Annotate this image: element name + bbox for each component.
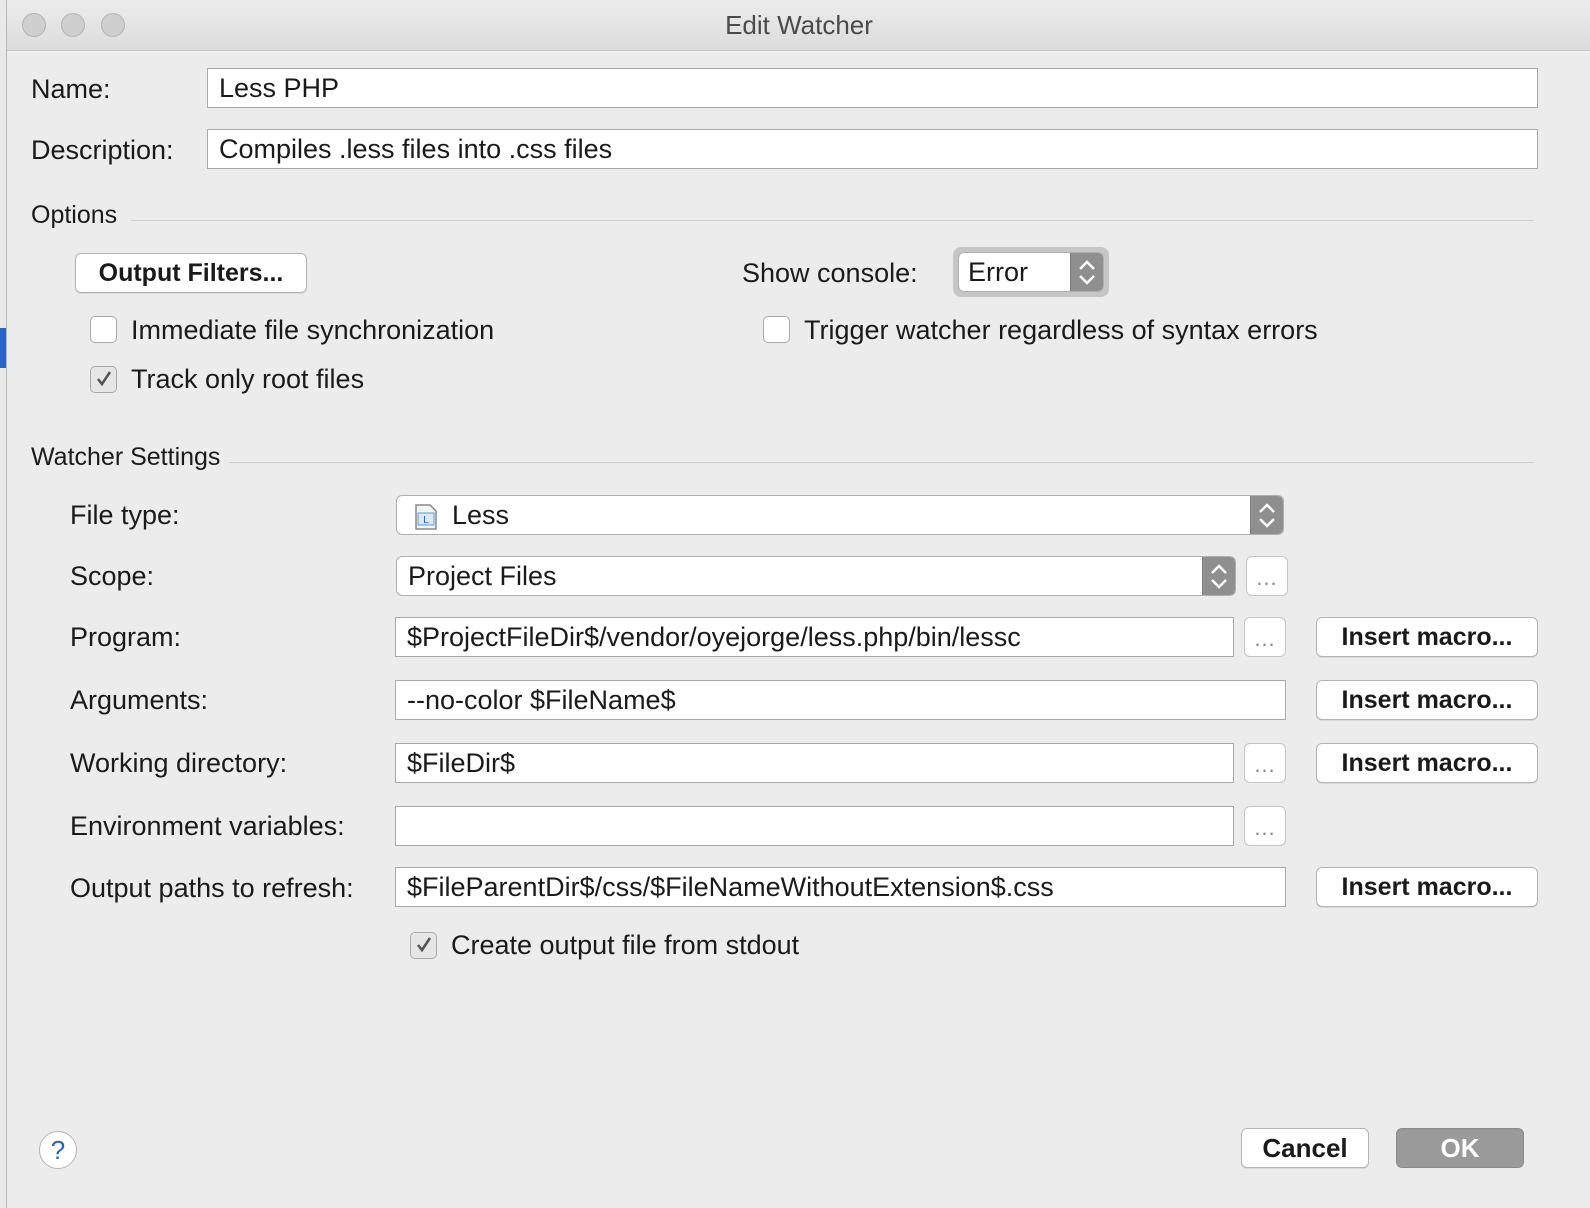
name-input[interactable]: Less PHP (207, 68, 1538, 108)
name-label: Name: (31, 74, 111, 104)
program-label: Program: (70, 622, 182, 652)
scope-browse-button[interactable]: ... (1246, 556, 1288, 596)
output-paths-label: Output paths to refresh: (70, 873, 354, 903)
file-type-label: File type: (70, 500, 180, 530)
program-insert-macro-button[interactable]: Insert macro... (1316, 617, 1538, 657)
create-output-label: Create output file from stdout (451, 930, 800, 960)
track-root-checkbox[interactable] (90, 366, 117, 393)
program-browse-button[interactable]: ... (1244, 617, 1286, 657)
track-root-label: Track only root files (131, 364, 365, 394)
options-section-title: Options (31, 201, 118, 229)
less-file-icon: L (414, 502, 438, 530)
file-type-select[interactable]: L Less (396, 495, 1284, 535)
title-bar: Edit Watcher (7, 0, 1590, 51)
scope-value: Project Files (408, 561, 557, 591)
trigger-regardless-checkbox[interactable] (763, 316, 790, 343)
create-output-checkbox[interactable] (410, 932, 437, 959)
edit-watcher-dialog: Edit Watcher Name: Less PHP Description:… (6, 0, 1590, 1208)
window-title: Edit Watcher (725, 10, 873, 40)
checkmark-icon (416, 937, 432, 953)
description-input[interactable]: Compiles .less files into .css files (207, 129, 1538, 169)
show-console-label: Show console: (742, 258, 918, 288)
options-divider (131, 220, 1534, 221)
show-console-value: Error (968, 257, 1028, 287)
working-directory-label: Working directory: (70, 748, 288, 778)
immediate-sync-label: Immediate file synchronization (131, 315, 495, 345)
output-paths-insert-macro-button[interactable]: Insert macro... (1316, 867, 1538, 907)
output-filters-button[interactable]: Output Filters... (75, 253, 307, 293)
watcher-settings-section-title: Watcher Settings (31, 443, 221, 471)
chevron-updown-icon (1250, 496, 1283, 534)
scope-label: Scope: (70, 561, 155, 591)
show-console-select[interactable]: Error (958, 252, 1104, 292)
arguments-insert-macro-button[interactable]: Insert macro... (1316, 680, 1538, 720)
immediate-sync-checkbox[interactable] (90, 316, 117, 343)
working-directory-input[interactable]: $FileDir$ (395, 743, 1234, 783)
chevron-updown-icon (1202, 557, 1235, 595)
scope-select[interactable]: Project Files (396, 556, 1236, 596)
checkmark-icon (96, 371, 112, 387)
help-icon[interactable]: ? (39, 1131, 77, 1169)
trigger-regardless-label: Trigger watcher regardless of syntax err… (804, 315, 1318, 345)
program-input[interactable]: $ProjectFileDir$/vendor/oyejorge/less.ph… (395, 617, 1234, 657)
svg-text:L: L (423, 515, 429, 526)
cancel-button[interactable]: Cancel (1241, 1128, 1369, 1168)
description-label: Description: (31, 135, 174, 165)
working-directory-insert-macro-button[interactable]: Insert macro... (1316, 743, 1538, 783)
arguments-input[interactable]: --no-color $FileName$ (395, 680, 1286, 720)
file-type-value: Less (452, 500, 510, 530)
arguments-label: Arguments: (70, 685, 209, 715)
watcher-settings-divider (229, 462, 1534, 463)
environment-variables-browse-button[interactable]: ... (1244, 806, 1286, 846)
environment-variables-input[interactable] (395, 806, 1234, 846)
chevron-updown-icon (1070, 253, 1103, 291)
environment-variables-label: Environment variables: (70, 811, 345, 841)
working-directory-browse-button[interactable]: ... (1244, 743, 1286, 783)
output-paths-input[interactable]: $FileParentDir$/css/$FileNameWithoutExte… (395, 867, 1286, 907)
ok-button[interactable]: OK (1396, 1128, 1524, 1168)
